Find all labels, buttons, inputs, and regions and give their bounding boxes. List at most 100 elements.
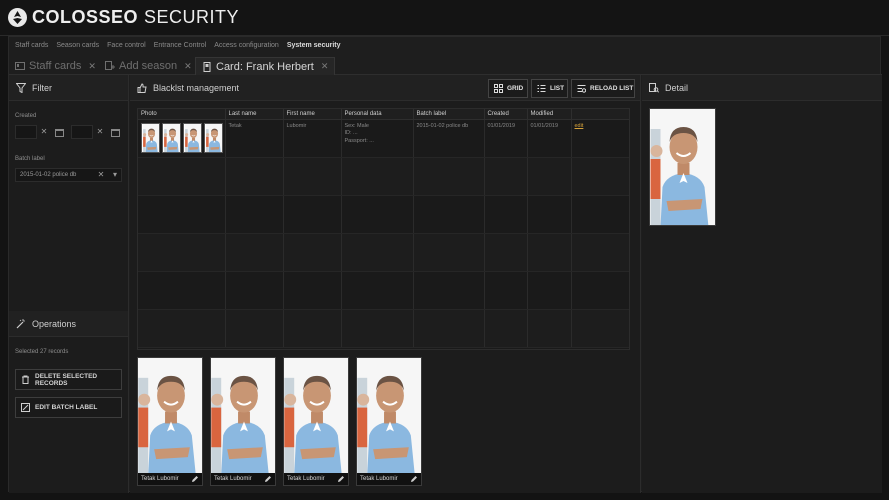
batch-label-label: Batch label: [15, 156, 45, 162]
colosseo-logo-icon: [8, 8, 27, 27]
clear-batch-icon[interactable]: ✕: [95, 169, 107, 181]
season-card-icon: [105, 61, 115, 70]
close-icon[interactable]: ✕: [321, 61, 329, 72]
close-icon[interactable]: ✕: [88, 61, 96, 72]
edit-batch-label-text: EDIT BATCH LABEL: [35, 404, 98, 411]
first-name-cell: Lubomir: [283, 119, 342, 158]
person-thumbnail[interactable]: [204, 122, 223, 153]
table-header-row: Photo Last name First name Personal data…: [138, 109, 629, 120]
card-icon: [15, 62, 25, 70]
id-card-icon: [203, 61, 211, 72]
person-name: Tetak Lubomir: [360, 476, 398, 482]
app-logo-text: COLOSSEO SECURITY: [32, 7, 239, 28]
person-name: Tetak Lubomir: [141, 476, 179, 482]
edit-link[interactable]: edit: [575, 123, 584, 129]
person-card[interactable]: Tetak Lubomir: [283, 357, 349, 486]
person-photo: [357, 358, 422, 475]
detail-person-photo[interactable]: [649, 108, 716, 226]
product-name: SECURITY: [144, 7, 240, 27]
table-row-empty: [138, 309, 629, 348]
column-header[interactable]: Personal data: [341, 109, 414, 120]
list-icon: [537, 85, 546, 92]
menu-item-season-cards[interactable]: Season cards: [56, 41, 99, 55]
person-card[interactable]: Tetak Lubomir: [356, 357, 422, 486]
menu-item-entrance-control[interactable]: Entrance Control: [154, 41, 207, 55]
action-cell: edit: [571, 119, 629, 158]
tab-card-frank-herbert[interactable]: Card: Frank Herbert ✕: [195, 57, 336, 75]
menu-item-access-configuration[interactable]: Access configuration: [214, 41, 279, 55]
thumbs-up-icon: [137, 82, 147, 93]
photo-cell: [138, 119, 226, 158]
id-value: ID: ...: [344, 130, 358, 136]
blacklist-title: Blacklst management: [153, 82, 240, 93]
person-thumbnail[interactable]: [183, 122, 202, 153]
menu-item-face-control[interactable]: Face control: [107, 41, 146, 55]
edit-icon: [21, 403, 30, 412]
person-name: Tetak Lubomir: [287, 476, 325, 482]
reload-list-icon: [577, 85, 586, 93]
menu-item-system-security[interactable]: System security: [287, 41, 341, 55]
main-menu: Staff cards Season cards Face control En…: [15, 41, 341, 55]
clear-created-to-icon[interactable]: ✕: [94, 126, 106, 138]
trash-icon: [22, 375, 29, 384]
grid-view-button[interactable]: GRID: [488, 79, 528, 98]
person-thumbnail[interactable]: [162, 122, 181, 153]
table-row-empty: [138, 233, 629, 272]
grid-icon: [494, 84, 503, 93]
batch-label-value: 2015-01-02 police db: [20, 172, 77, 178]
pencil-icon[interactable]: [337, 475, 345, 483]
last-name-cell: Tetak: [225, 119, 284, 158]
tab-label: Staff cards: [29, 60, 82, 72]
filter-title: Filter: [32, 82, 52, 93]
detail-search-icon: [649, 82, 659, 93]
tab-label: Card: Frank Herbert: [216, 60, 314, 73]
passport-value: Passport: ...: [344, 137, 374, 144]
left-sidebar: Filter Created ✕ ✕ Batch label 2015-01-0…: [9, 75, 129, 493]
clear-created-from-icon[interactable]: ✕: [38, 126, 50, 138]
calendar-icon[interactable]: [111, 129, 120, 137]
table-row-empty: [138, 157, 629, 196]
column-header[interactable]: Modified: [527, 109, 572, 120]
created-to-input[interactable]: [71, 125, 93, 139]
list-view-label: LIST: [550, 85, 565, 92]
edit-batch-label-button[interactable]: EDIT BATCH LABEL: [15, 397, 122, 418]
column-header[interactable]: First name: [283, 109, 342, 120]
created-from-input[interactable]: [15, 125, 37, 139]
column-header[interactable]: Created: [484, 109, 528, 120]
detail-panel: Detail: [642, 75, 882, 493]
column-header[interactable]: Batch label: [413, 109, 485, 120]
personal-data-cell: Sex: Male ID: ... Passport: ...: [341, 119, 414, 158]
person-thumbnail[interactable]: [141, 122, 160, 153]
calendar-icon[interactable]: [55, 129, 64, 137]
person-card[interactable]: Tetak Lubomir: [137, 357, 203, 486]
blacklist-panel: Blacklst management GRID LIST RELOAD LIS…: [130, 75, 641, 493]
pencil-icon[interactable]: [264, 475, 272, 483]
operations-header: Operations: [9, 311, 128, 337]
column-header[interactable]: Photo: [138, 109, 226, 120]
table-row[interactable]: Tetak Lubomir Sex: Male ID: ... Passport…: [138, 119, 629, 158]
column-header[interactable]: Last name: [225, 109, 284, 120]
operations-title: Operations: [32, 318, 77, 329]
tab-label: Add season: [119, 60, 178, 72]
sex-value: Sex: Male: [344, 122, 369, 129]
delete-selected-label: DELETE SELECTED RECORDS: [35, 372, 98, 387]
menu-item-staff-cards[interactable]: Staff cards: [15, 41, 48, 55]
reload-list-button[interactable]: RELOAD LIST: [571, 79, 635, 98]
reload-list-label: RELOAD LIST: [590, 85, 634, 92]
person-photo: [284, 358, 349, 475]
list-view-button[interactable]: LIST: [531, 79, 568, 98]
person-photo: [211, 358, 276, 475]
delete-selected-button[interactable]: DELETE SELECTED RECORDS: [15, 369, 122, 390]
blacklist-table: Photo Last name First name Personal data…: [137, 108, 630, 350]
tab-add-season[interactable]: Add season ✕: [105, 57, 192, 75]
modified-cell: 01/01/2019: [527, 119, 572, 158]
app-header: COLOSSEO SECURITY: [0, 0, 889, 36]
tab-bar: Staff cards ✕ Add season ✕ Card: Frank H…: [9, 55, 882, 75]
pencil-icon[interactable]: [191, 475, 199, 483]
person-photo: [138, 358, 203, 475]
person-card[interactable]: Tetak Lubomir: [210, 357, 276, 486]
tab-staff-cards[interactable]: Staff cards ✕: [15, 57, 96, 75]
chevron-down-icon[interactable]: ▾: [109, 169, 121, 181]
pencil-icon[interactable]: [410, 475, 418, 483]
close-icon[interactable]: ✕: [184, 61, 192, 72]
